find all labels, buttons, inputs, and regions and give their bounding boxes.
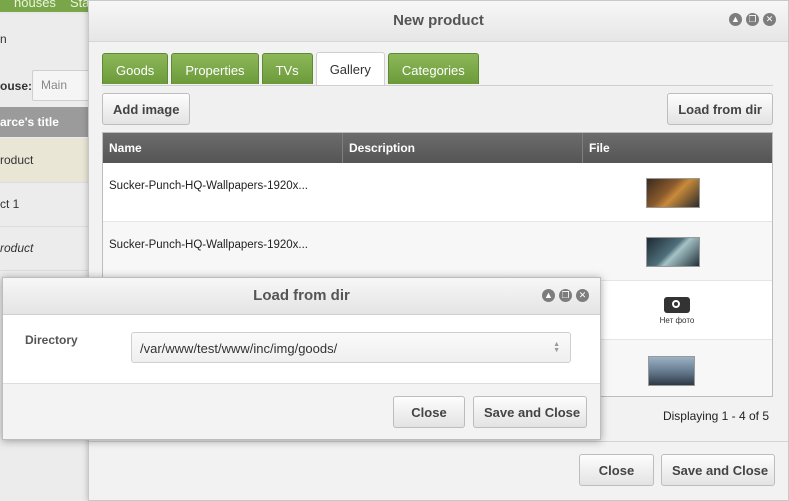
load-from-dir-dialog: Load from dir ▲ ❐ ✕ Directory /var/www/t… [2, 277, 601, 440]
column-file[interactable]: File [583, 133, 772, 163]
gallery-toolbar: Add image Load from dir [102, 87, 773, 129]
maximize-icon[interactable]: ❐ [746, 13, 759, 26]
dialog-controls: ▲ ❐ ✕ [542, 289, 589, 302]
tab-goods[interactable]: Goods [102, 53, 169, 84]
dialog-save-and-close-button[interactable]: Save and Close [473, 396, 587, 428]
tab-gallery[interactable]: Gallery [315, 52, 385, 85]
maximize-icon[interactable]: ❐ [559, 289, 572, 302]
tab-tvs[interactable]: TVs [261, 53, 313, 84]
tab-divider [102, 85, 773, 86]
window-title: New product [89, 1, 788, 42]
image-thumbnail [648, 356, 695, 386]
close-icon[interactable]: ✕ [576, 289, 589, 302]
directory-label: Directory [25, 333, 78, 347]
table-row[interactable]: Sucker-Punch-HQ-Wallpapers-1920x... [103, 163, 772, 222]
dialog-body: Directory /var/www/test/www/inc/img/good… [3, 315, 600, 384]
tab-bar: Goods Properties TVs Gallery Categories [102, 52, 479, 85]
column-name[interactable]: Name [103, 133, 343, 163]
column-description[interactable]: Description [343, 133, 583, 163]
camera-icon [664, 297, 690, 313]
no-photo-label: Нет фото [659, 316, 695, 325]
directory-select[interactable]: /var/www/test/www/inc/img/goods/ ▲ ▼ [131, 332, 571, 363]
grid-header: Name Description File [103, 133, 772, 163]
tab-categories[interactable]: Categories [387, 53, 479, 84]
collapse-icon[interactable]: ▲ [542, 289, 555, 302]
image-thumbnail [646, 178, 700, 208]
row-name: Sucker-Punch-HQ-Wallpapers-1920x... [109, 239, 308, 251]
no-photo-placeholder: Нет фото [649, 297, 705, 325]
tab-properties[interactable]: Properties [171, 53, 259, 84]
window-controls: ▲ ❐ ✕ [729, 13, 776, 26]
dialog-close-button[interactable]: Close [393, 396, 465, 428]
bg-tab-houses[interactable]: houses [0, 0, 61, 12]
bg-list-item-label: roduct [0, 153, 34, 167]
dialog-title: Load from dir [3, 278, 600, 315]
bg-grid-header-label: arce's title [0, 115, 59, 129]
collapse-icon[interactable]: ▲ [729, 13, 742, 26]
load-from-dir-button[interactable]: Load from dir [667, 93, 773, 125]
bg-warehouse-value: Main [41, 78, 68, 92]
paging-status: Displaying 1 - 4 of 5 [662, 409, 769, 423]
bg-list-item-label: ct 1 [0, 197, 20, 211]
directory-value: /var/www/test/www/inc/img/goods/ [140, 341, 338, 356]
save-and-close-button[interactable]: Save and Close [661, 454, 775, 486]
bg-list-item-label: roduct [0, 241, 34, 255]
select-arrows-icon[interactable]: ▲ ▼ [553, 341, 560, 354]
row-name: Sucker-Punch-HQ-Wallpapers-1920x... [109, 180, 308, 192]
table-row[interactable]: Sucker-Punch-HQ-Wallpapers-1920x... [103, 222, 772, 281]
close-button[interactable]: Close [579, 454, 654, 486]
close-icon[interactable]: ✕ [763, 13, 776, 26]
image-thumbnail [646, 237, 700, 267]
add-image-button[interactable]: Add image [102, 93, 191, 125]
footer-divider [89, 441, 788, 442]
